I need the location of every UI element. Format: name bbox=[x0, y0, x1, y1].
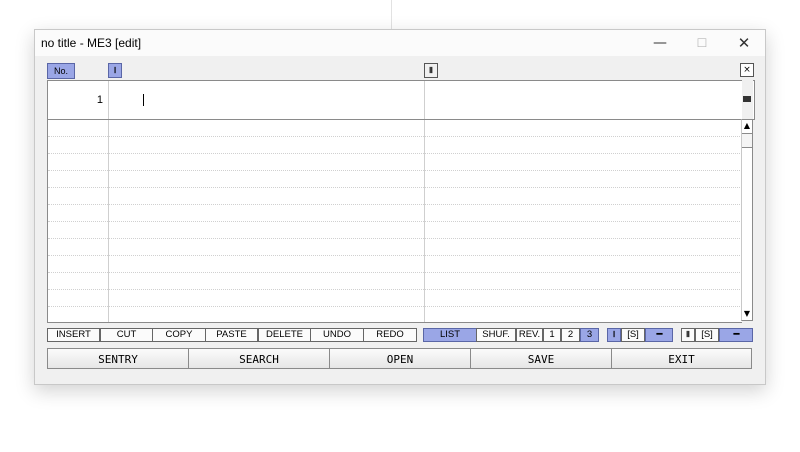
list-row-line bbox=[48, 170, 742, 171]
side-marker-icon bbox=[743, 96, 751, 102]
redo-button[interactable]: REDO bbox=[363, 328, 417, 342]
sentry-button[interactable]: SENTRY bbox=[47, 348, 189, 369]
column-1-toggle[interactable]: Ⅰ bbox=[607, 328, 621, 342]
column-2-sort-button[interactable]: [S] bbox=[695, 328, 719, 342]
line-number: 1 bbox=[96, 94, 103, 106]
list-row-line bbox=[48, 221, 742, 222]
list-row-line bbox=[48, 289, 742, 290]
open-button[interactable]: OPEN bbox=[329, 348, 471, 369]
list-row-line bbox=[48, 187, 742, 188]
title-bar[interactable]: no title - ME3 [edit] — ☐ ✕ bbox=[35, 30, 765, 56]
list-row-line bbox=[48, 204, 742, 205]
clear-button[interactable]: × bbox=[740, 63, 754, 77]
minimize-button[interactable]: — bbox=[639, 30, 681, 56]
save-button[interactable]: SAVE bbox=[470, 348, 612, 369]
mode-2-button[interactable]: 2 bbox=[561, 328, 580, 342]
list-row-line bbox=[48, 272, 742, 273]
column-divider bbox=[108, 120, 109, 322]
insert-button[interactable]: INSERT bbox=[47, 328, 100, 342]
list-row-line bbox=[48, 136, 742, 137]
list-row-line bbox=[48, 153, 742, 154]
shuffle-button[interactable]: SHUF. bbox=[476, 328, 516, 342]
column-1-sort-button[interactable]: [S] bbox=[621, 328, 645, 342]
list-mode-button[interactable]: LIST bbox=[423, 328, 477, 342]
column-1-dots-icon[interactable]: ▪▪▪▪ bbox=[645, 328, 673, 342]
list-row-line bbox=[48, 255, 742, 256]
edit-row[interactable]: 1 bbox=[47, 80, 755, 120]
scroll-up-arrow-icon[interactable]: ▲ bbox=[742, 120, 752, 132]
paste-button[interactable]: PASTE bbox=[205, 328, 258, 342]
column-divider bbox=[424, 120, 425, 322]
number-column-header[interactable]: No. bbox=[47, 63, 75, 79]
entry-list[interactable] bbox=[47, 119, 742, 323]
close-button[interactable]: ✕ bbox=[723, 30, 765, 56]
background-line bbox=[391, 0, 392, 29]
column-1-header[interactable]: Ⅰ bbox=[108, 63, 122, 78]
exit-button[interactable]: EXIT bbox=[611, 348, 752, 369]
window-title: no title - ME3 [edit] bbox=[41, 36, 142, 50]
column-2-header[interactable]: Ⅱ bbox=[424, 63, 438, 78]
vertical-scrollbar[interactable]: ▲ ▼ bbox=[741, 119, 753, 321]
maximize-button[interactable]: ☐ bbox=[681, 30, 723, 56]
column-2-dots-icon[interactable]: ▪▪▪▪ bbox=[719, 328, 753, 342]
list-row-line bbox=[48, 238, 742, 239]
column-2-toggle[interactable]: Ⅱ bbox=[681, 328, 695, 342]
column-divider bbox=[424, 81, 425, 119]
copy-button[interactable]: COPY bbox=[152, 328, 206, 342]
list-row-line bbox=[48, 306, 742, 307]
column-divider bbox=[108, 81, 109, 119]
scroll-down-arrow-icon[interactable]: ▼ bbox=[742, 308, 752, 320]
undo-button[interactable]: UNDO bbox=[310, 328, 364, 342]
delete-button[interactable]: DELETE bbox=[258, 328, 311, 342]
text-caret bbox=[143, 94, 144, 106]
action-bar: SENTRY SEARCH OPEN SAVE EXIT bbox=[47, 348, 752, 370]
app-window: no title - ME3 [edit] — ☐ ✕ No. Ⅰ Ⅱ × 1 … bbox=[34, 29, 766, 385]
cut-button[interactable]: CUT bbox=[100, 328, 153, 342]
search-button[interactable]: SEARCH bbox=[188, 348, 330, 369]
mode-1-button[interactable]: 1 bbox=[543, 328, 561, 342]
scroll-thumb[interactable] bbox=[742, 133, 752, 148]
reverse-button[interactable]: REV. bbox=[516, 328, 543, 342]
mode-3-button[interactable]: 3 bbox=[580, 328, 599, 342]
